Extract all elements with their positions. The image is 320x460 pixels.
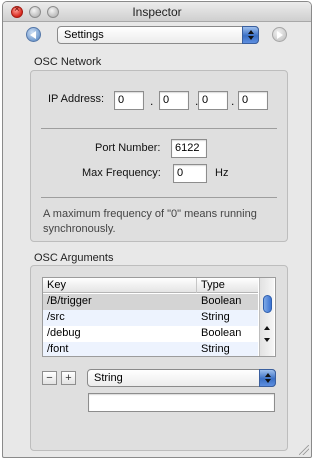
port-number-field[interactable]: 6122 — [171, 139, 207, 158]
row-type: String — [201, 311, 230, 323]
max-frequency-label: Max Frequency: — [82, 167, 161, 179]
port-number-label: Port Number: — [95, 142, 161, 154]
forward-button[interactable] — [272, 27, 287, 42]
row-type: String — [201, 343, 230, 355]
ip-octet-3-field[interactable]: 0 — [198, 91, 228, 110]
scrollbar-thumb[interactable] — [263, 295, 272, 313]
row-key: /debug — [47, 327, 81, 339]
window-title: Inspector — [132, 5, 182, 19]
scroll-up-icon[interactable] — [264, 326, 270, 330]
osc-arguments-label: OSC Arguments — [34, 252, 114, 264]
popup-stepper-icon — [259, 369, 276, 387]
ip-octet-4-field[interactable]: 0 — [238, 91, 268, 110]
resize-grip-icon[interactable] — [299, 445, 309, 455]
osc-network-label: OSC Network — [34, 56, 102, 68]
table-row[interactable]: /debug Boolean — [43, 326, 258, 342]
column-header-key[interactable]: Key — [47, 279, 66, 291]
separator — [41, 128, 277, 129]
osc-arguments-group: Key Type /B/trigger Boolean /src String … — [30, 265, 288, 451]
argument-value-field[interactable] — [88, 393, 275, 412]
table-row[interactable]: /B/trigger Boolean — [43, 294, 258, 310]
inspector-window: Inspector Settings OSC Network IP Addres… — [2, 1, 312, 458]
ip-octet-1-field[interactable]: 0 — [114, 91, 144, 110]
table-scrollbar[interactable] — [259, 278, 274, 356]
back-button[interactable] — [26, 27, 41, 42]
table-row[interactable]: /font String — [43, 342, 258, 356]
max-frequency-field[interactable]: 0 — [173, 164, 207, 183]
section-popup-value: Settings — [64, 29, 104, 41]
ip-separator: . — [231, 94, 235, 108]
title-bar[interactable]: Inspector — [3, 2, 311, 22]
row-key: /B/trigger — [47, 295, 92, 307]
arguments-table[interactable]: Key Type /B/trigger Boolean /src String … — [42, 277, 276, 357]
frequency-note: A maximum frequency of "0" means running… — [43, 208, 257, 235]
back-arrow-icon — [30, 30, 36, 39]
frequency-unit-label: Hz — [215, 167, 229, 179]
separator — [41, 197, 277, 198]
row-key: /font — [47, 343, 69, 355]
argument-type-value: String — [94, 372, 123, 384]
osc-network-group: IP Address: 0 . 0 . 0 . 0 Port Number: 6… — [30, 70, 288, 242]
argument-type-popup[interactable]: String — [87, 369, 276, 387]
row-type: Boolean — [201, 295, 242, 307]
ip-separator: . — [150, 94, 154, 108]
ip-address-label: IP Address: — [48, 93, 105, 105]
popup-stepper-icon — [242, 26, 259, 44]
forward-arrow-icon — [277, 30, 283, 39]
row-key: /src — [47, 311, 65, 323]
remove-argument-button[interactable]: − — [42, 371, 57, 385]
row-type: Boolean — [201, 327, 242, 339]
section-popup[interactable]: Settings — [57, 26, 259, 44]
column-header-type[interactable]: Type — [201, 279, 225, 291]
toolbar: Settings — [3, 23, 311, 47]
ip-octet-2-field[interactable]: 0 — [159, 91, 189, 110]
add-argument-button[interactable]: + — [61, 371, 76, 385]
table-row[interactable]: /src String — [43, 310, 258, 326]
scroll-down-icon[interactable] — [264, 338, 270, 342]
table-header: Key Type — [43, 278, 258, 293]
